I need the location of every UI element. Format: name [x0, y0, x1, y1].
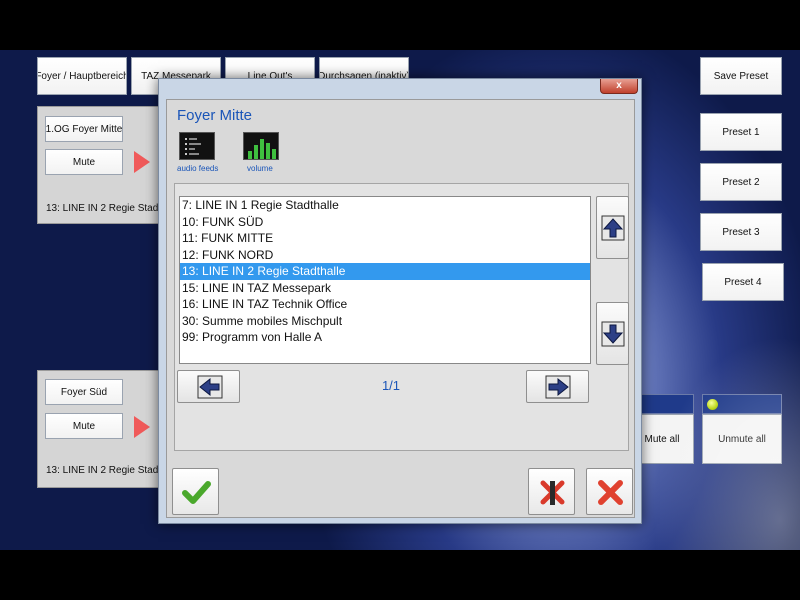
zone-name-button[interactable]: Foyer Süd	[45, 379, 123, 405]
volume-bars-icon[interactable]	[243, 132, 279, 160]
source-list-area: 7: LINE IN 1 Regie Stadthalle 10: FUNK S…	[174, 183, 629, 451]
mute-all-label: Mute all	[644, 433, 680, 445]
list-item[interactable]: 11: FUNK MITTE	[180, 230, 590, 247]
dialog-title: Foyer Mitte	[177, 107, 253, 124]
zone-name-button[interactable]: 1.OG Foyer Mitte	[45, 116, 123, 142]
page-indicator: 1/1	[381, 378, 401, 393]
scroll-down-button[interactable]	[596, 302, 629, 365]
confirm-button[interactable]	[172, 468, 219, 515]
play-arrow-icon[interactable]	[134, 416, 150, 438]
cancel-x-icon	[598, 480, 623, 505]
list-item[interactable]: 12: FUNK NORD	[180, 247, 590, 264]
prev-page-button[interactable]	[177, 370, 240, 403]
arrow-down-icon	[601, 321, 625, 347]
play-arrow-icon[interactable]	[134, 151, 150, 173]
save-preset-button[interactable]: Save Preset	[700, 57, 782, 95]
audio-feeds-icon[interactable]	[179, 132, 215, 160]
desktop-background: Foyer / Hauptbereich TAZ Messepark Line …	[0, 50, 800, 550]
tab-audio-feeds-label[interactable]: audio feeds	[177, 164, 218, 173]
dialog-body: Foyer Mitte audio feeds volume 7: LINE I…	[166, 99, 635, 518]
zone-panel-foyer-sued: Foyer Süd Mute 13: LINE IN 2 Regie Stadt…	[37, 370, 182, 488]
cancel-button[interactable]	[586, 468, 633, 515]
list-item[interactable]: 16: LINE IN TAZ Technik Office	[180, 296, 590, 313]
unmute-all-header	[702, 394, 782, 414]
preset-1-button[interactable]: Preset 1	[700, 113, 782, 151]
close-icon[interactable]: x	[600, 79, 638, 94]
source-list[interactable]: 7: LINE IN 1 Regie Stadthalle 10: FUNK S…	[179, 196, 591, 364]
next-page-button[interactable]	[526, 370, 589, 403]
scroll-up-button[interactable]	[596, 196, 629, 259]
checkmark-icon	[182, 481, 211, 504]
status-led-icon	[707, 399, 718, 410]
unmute-all-button[interactable]: Unmute all	[702, 414, 782, 464]
no-source-icon	[540, 480, 565, 505]
clear-selection-button[interactable]	[528, 468, 575, 515]
preset-3-button[interactable]: Preset 3	[700, 213, 782, 251]
list-item[interactable]: 7: LINE IN 1 Regie Stadthalle	[180, 197, 590, 214]
mute-button[interactable]: Mute	[45, 149, 123, 175]
list-item[interactable]: 10: FUNK SÜD	[180, 214, 590, 231]
list-item[interactable]: 99: Programm von Halle A	[180, 329, 590, 346]
tab-volume-label[interactable]: volume	[247, 164, 273, 173]
source-select-dialog: x Foyer Mitte audio feeds volume 7: LINE…	[158, 78, 642, 524]
arrow-up-icon	[601, 215, 625, 241]
list-item[interactable]: 30: Summe mobiles Mischpult	[180, 313, 590, 330]
list-item-selected[interactable]: 13: LINE IN 2 Regie Stadthalle	[180, 263, 590, 280]
arrow-left-icon	[197, 375, 223, 399]
list-item[interactable]: 15: LINE IN TAZ Messepark	[180, 280, 590, 297]
zone-panel-1og-foyer-mitte: 1.OG Foyer Mitte Mute 13: LINE IN 2 Regi…	[37, 106, 182, 224]
preset-4-button[interactable]: Preset 4	[702, 263, 784, 301]
tab-foyer-hauptbereich[interactable]: Foyer / Hauptbereich	[37, 57, 127, 95]
preset-2-button[interactable]: Preset 2	[700, 163, 782, 201]
arrow-right-icon	[545, 375, 571, 399]
mute-button[interactable]: Mute	[45, 413, 123, 439]
